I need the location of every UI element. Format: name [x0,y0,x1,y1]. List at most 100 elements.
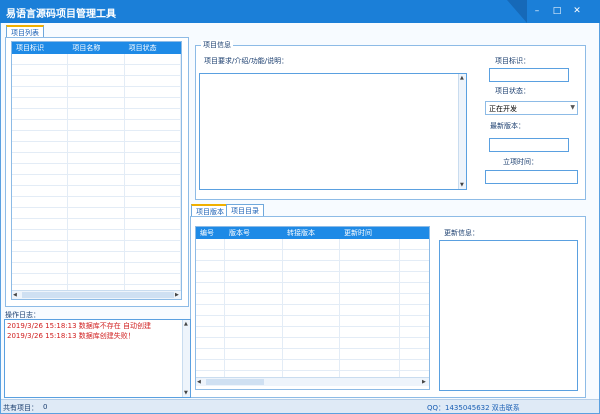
grid-cell [196,261,225,271]
column-header[interactable]: 版本号 [225,228,283,238]
column-header[interactable]: 项目状态 [125,43,181,53]
grid-cell [68,131,125,141]
log-textarea[interactable]: ▲ ▼ 2019/3/26 15:18:13 数据库不存在 自动创建 2019/… [4,319,191,398]
chevron-down-icon[interactable]: ▼ [570,104,575,111]
grid-cell [283,316,340,326]
window-title: 易语言源码项目管理工具 [6,9,116,20]
column-header[interactable]: 项目名称 [68,43,124,53]
column-header[interactable]: 项目标识 [12,43,68,53]
scroll-down-icon[interactable]: ▼ [184,390,188,396]
grid-cell [225,239,283,249]
minimize-icon[interactable]: – [530,4,544,18]
grid-cell [283,261,340,271]
grid-cell [125,219,181,229]
grid-cell [12,120,69,130]
grid-cell [340,349,400,359]
scroll-down-icon[interactable]: ▼ [460,182,464,188]
grid-cell [125,230,181,240]
scroll-left-icon[interactable]: ◀ [13,292,17,298]
grid-cell [225,327,283,337]
empty-grid-row [12,164,181,175]
grid-cell [196,283,225,293]
scroll-up-icon[interactable]: ▲ [460,75,464,81]
log-entry: 2019/3/26 15:18:13 数据库创建失败！ [7,332,135,340]
scroll-left-icon[interactable]: ◀ [197,379,201,385]
grid-cell [196,338,225,348]
grid-cell [68,65,125,75]
update-info-textarea[interactable] [439,240,578,391]
grid-cell [225,283,283,293]
column-header[interactable]: 更新时间 [340,228,400,238]
empty-grid-row [12,263,181,274]
grid-cell [68,175,125,185]
grid-cell [225,294,283,304]
grid-cell [283,294,340,304]
scroll-thumb[interactable] [22,292,174,298]
grid-cell [196,294,225,304]
log-vscroll[interactable]: ▲ ▼ [182,320,190,397]
scroll-up-icon[interactable]: ▲ [184,321,188,327]
project-id-input[interactable] [489,68,569,82]
description-textarea[interactable]: ▲ ▼ [199,73,467,190]
tab-project-versions[interactable]: 项目版本 [191,204,229,216]
scroll-thumb[interactable] [206,379,264,385]
grid-cell [125,76,181,86]
column-header[interactable]: 编号 [196,228,225,238]
grid-cell [125,175,181,185]
grid-cell [125,54,181,64]
grid-cell [196,305,225,315]
grid-cell [283,305,340,315]
contact-link[interactable]: QQ：1435045632 双击联系 [427,403,520,413]
version-grid-hscroll[interactable]: ◀ ▶ [196,377,429,386]
grid-cell [12,230,69,240]
grid-cell [196,316,225,326]
empty-grid-row [12,120,181,131]
grid-cell [68,230,125,240]
tab-project-list[interactable]: 项目列表 [6,25,44,37]
grid-cell [283,338,340,348]
empty-grid-row [12,252,181,263]
empty-grid-row [12,65,181,76]
grid-cell [12,219,69,229]
tab-project-directory[interactable]: 项目目录 [226,204,264,216]
grid-cell [125,142,181,152]
grid-cell [12,153,69,163]
grid-cell [68,142,125,152]
grid-cell [12,197,69,207]
close-icon[interactable]: ✕ [570,4,584,18]
empty-grid-row [12,131,181,142]
grid-cell [196,250,225,260]
description-vscroll[interactable]: ▲ ▼ [458,74,466,189]
grid-cell [196,360,225,370]
created-time-input[interactable] [485,170,578,184]
project-status-select[interactable]: 正在开发 ▼ [485,101,578,115]
grid-cell [340,272,400,282]
restore-icon[interactable]: □ [550,4,564,18]
version-grid[interactable]: 编号 版本号 转接版本 更新时间 [195,226,430,390]
latest-version-input[interactable] [489,138,569,152]
empty-grid-row [196,327,429,338]
column-header[interactable]: 转接版本 [283,228,340,238]
scroll-right-icon[interactable]: ▶ [175,292,179,298]
grid-cell [68,109,125,119]
grid-cell [68,153,125,163]
project-list-grid[interactable]: 项目标识 项目名称 项目状态 [11,41,182,300]
grid-cell [340,305,400,315]
empty-grid-row [12,153,181,164]
grid-cell [12,208,69,218]
grid-cell [125,241,181,251]
empty-grid-row [12,274,181,285]
grid-cell [68,197,125,207]
project-status-value: 正在开发 [489,105,517,113]
grid-cell [125,120,181,130]
grid-cell [125,197,181,207]
empty-grid-row [12,186,181,197]
grid-cell [12,131,69,141]
grid-cell [68,241,125,251]
scroll-right-icon[interactable]: ▶ [422,379,426,385]
grid-cell [340,261,400,271]
empty-grid-row [12,175,181,186]
project-list-hscroll[interactable]: ◀ ▶ [12,290,181,299]
grid-cell [68,87,125,97]
grid-cell [125,131,181,141]
